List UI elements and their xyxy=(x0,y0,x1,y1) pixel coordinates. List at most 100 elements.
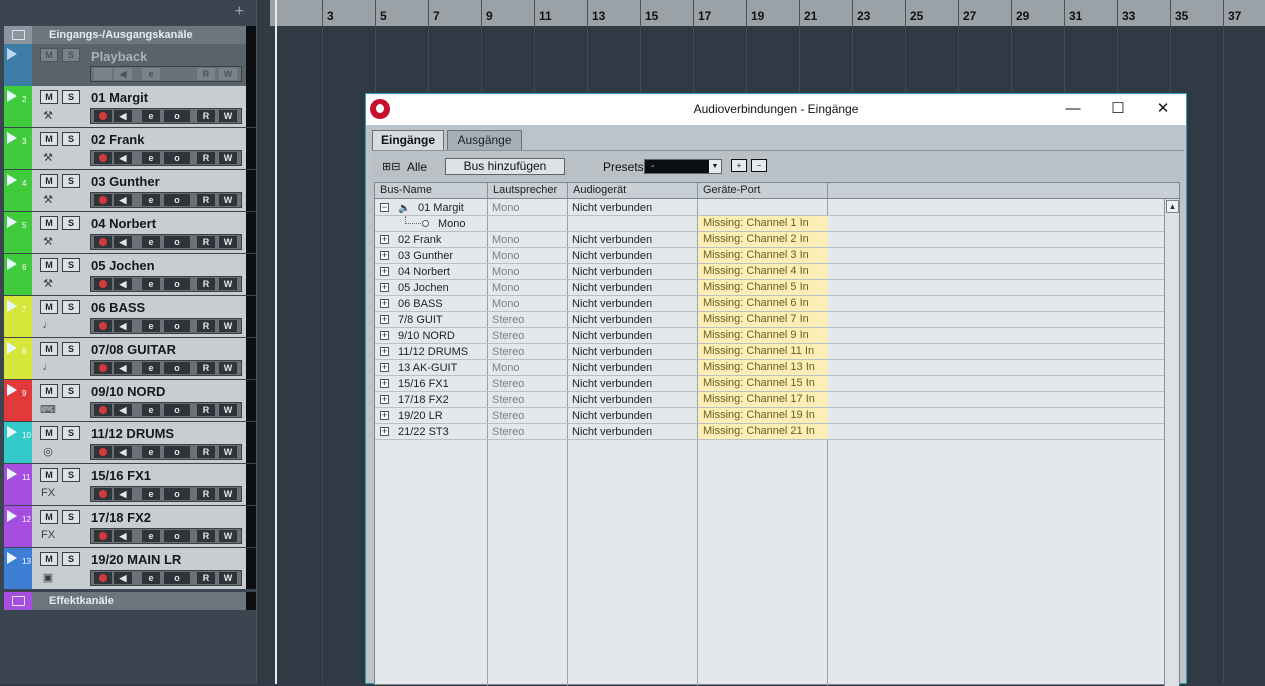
edit-button[interactable]: e xyxy=(142,236,160,248)
table-row[interactable]: +9/10 NORD Stereo Nicht verbunden Missing: … xyxy=(375,328,1164,344)
audio-device[interactable]: Nicht verbunden xyxy=(572,409,652,423)
table-row[interactable]: +19/20 LR Stereo Nicht verbunden Missing: C… xyxy=(375,408,1164,424)
speaker-config[interactable]: Stereo xyxy=(492,377,524,391)
write-button[interactable]: W xyxy=(219,362,237,374)
speaker-config[interactable]: Mono xyxy=(492,249,520,263)
device-port[interactable]: Missing: Channel 5 In xyxy=(698,280,828,295)
expand-icon[interactable]: + xyxy=(380,283,389,292)
monitor-button[interactable]: ◀ xyxy=(114,236,132,248)
solo-button[interactable]: S xyxy=(62,426,80,440)
audio-device[interactable]: Nicht verbunden xyxy=(572,233,652,247)
monitor-button[interactable]: ◀ xyxy=(114,110,132,122)
mute-button[interactable]: M xyxy=(40,300,58,314)
speaker-config[interactable]: Mono xyxy=(492,297,520,311)
record-button[interactable] xyxy=(94,68,112,80)
write-button[interactable]: W xyxy=(219,404,237,416)
edit-button[interactable]: e xyxy=(142,488,160,500)
audio-device[interactable]: Nicht verbunden xyxy=(572,313,652,327)
track-color[interactable]: 10 xyxy=(4,422,32,463)
track-playback[interactable]: M S Playback ◀ e R W xyxy=(4,44,256,86)
mute-button[interactable]: M xyxy=(40,342,58,356)
solo-button[interactable]: S xyxy=(62,90,80,104)
write-button[interactable]: W xyxy=(219,446,237,458)
monitor-button[interactable]: ◀ xyxy=(114,152,132,164)
mute-button[interactable]: M xyxy=(40,468,58,482)
track-color[interactable]: 3 xyxy=(4,128,32,169)
channel-config-button[interactable]: o xyxy=(164,488,190,500)
record-button[interactable] xyxy=(94,404,112,416)
read-button[interactable]: R xyxy=(197,278,215,290)
audio-device[interactable]: Nicht verbunden xyxy=(572,425,652,439)
record-button[interactable] xyxy=(94,278,112,290)
mute-button[interactable]: M xyxy=(40,384,58,398)
track-row[interactable]: 2 M S 01 Margit ⚒ ◀ e o R W xyxy=(4,86,256,128)
chevron-down-icon[interactable]: ▼ xyxy=(709,160,721,173)
speaker-config[interactable]: Stereo xyxy=(492,345,524,359)
table-row[interactable]: +7/8 GUIT Stereo Nicht verbunden Missing: C… xyxy=(375,312,1164,328)
record-button[interactable] xyxy=(94,530,112,542)
write-button[interactable]: W xyxy=(219,110,237,122)
solo-button[interactable]: S xyxy=(62,384,80,398)
track-row[interactable]: 3 M S 02 Frank ⚒ ◀ e o R W xyxy=(4,128,256,170)
mute-button[interactable]: M xyxy=(40,174,58,188)
table-row[interactable]: +15/16 FX1 Stereo Nicht verbunden Missing: … xyxy=(375,376,1164,392)
read-button[interactable]: R xyxy=(197,110,215,122)
read-button[interactable]: R xyxy=(197,446,215,458)
mute-button[interactable]: M xyxy=(40,258,58,272)
edit-button[interactable]: e xyxy=(142,152,160,164)
audio-device[interactable]: Nicht verbunden xyxy=(572,393,652,407)
solo-button[interactable]: S xyxy=(62,552,80,566)
dialog-titlebar[interactable]: Audioverbindungen - Eingänge — ☐ ✕ xyxy=(366,94,1186,125)
read-button[interactable]: R xyxy=(197,488,215,500)
table-row[interactable]: +21/22 ST3 Stereo Nicht verbunden Missing: … xyxy=(375,424,1164,440)
table-row[interactable]: +02 Frank Mono Nicht verbunden Missing: Cha… xyxy=(375,232,1164,248)
delete-preset-icon[interactable]: − xyxy=(751,159,767,172)
track-row[interactable]: 7 M S 06 BASS ♩ ◀ e o R W xyxy=(4,296,256,338)
channel-config-button[interactable]: o xyxy=(164,530,190,542)
column-header-speaker[interactable]: Lautsprecher xyxy=(488,183,568,199)
device-port[interactable]: Missing: Channel 11 In xyxy=(698,344,828,359)
expand-icon[interactable]: + xyxy=(380,331,389,340)
device-port[interactable]: Missing: Channel 7 In xyxy=(698,312,828,327)
speaker-config[interactable]: Stereo xyxy=(492,393,524,407)
speaker-config[interactable]: Mono xyxy=(492,265,520,279)
expand-icon[interactable]: − xyxy=(380,203,389,212)
solo-button[interactable]: S xyxy=(62,216,80,230)
read-button[interactable]: R xyxy=(197,530,215,542)
monitor-button[interactable]: ◀ xyxy=(114,446,132,458)
expand-icon[interactable]: + xyxy=(380,235,389,244)
solo-button[interactable]: S xyxy=(62,174,80,188)
expand-icon[interactable]: + xyxy=(380,411,389,420)
solo-button[interactable]: S xyxy=(62,48,80,62)
table-row[interactable]: +05 Jochen Mono Nicht verbunden Missing: Ch… xyxy=(375,280,1164,296)
speaker-config[interactable]: Mono xyxy=(492,281,520,295)
track-row[interactable]: 5 M S 04 Norbert ⚒ ◀ e o R W xyxy=(4,212,256,254)
write-button[interactable]: W xyxy=(219,488,237,500)
monitor-button[interactable]: ◀ xyxy=(114,362,132,374)
speaker-config[interactable]: Stereo xyxy=(492,425,524,439)
vertical-scrollbar[interactable]: ▲ xyxy=(1164,199,1179,686)
speaker-config[interactable]: Mono xyxy=(492,201,520,215)
speaker-config[interactable]: Stereo xyxy=(492,409,524,423)
column-header-device-port[interactable]: Geräte-Port xyxy=(698,183,828,199)
read-button[interactable]: R xyxy=(197,572,215,584)
track-color[interactable]: 9 xyxy=(4,380,32,421)
channel-config-button[interactable]: o xyxy=(164,110,190,122)
mute-button[interactable]: M xyxy=(40,48,58,62)
device-port[interactable]: Missing: Channel 15 In xyxy=(698,376,828,391)
device-port[interactable]: Missing: Channel 3 In xyxy=(698,248,828,263)
table-row[interactable]: +11/12 DRUMS Stereo Nicht verbunden Missing… xyxy=(375,344,1164,360)
tab-inputs[interactable]: Eingänge xyxy=(372,130,444,150)
audio-device[interactable]: Nicht verbunden xyxy=(572,345,652,359)
minimize-button[interactable]: — xyxy=(1057,98,1089,120)
solo-button[interactable]: S xyxy=(62,342,80,356)
audio-device[interactable]: Nicht verbunden xyxy=(572,281,652,295)
track-color[interactable]: 13 xyxy=(4,548,32,589)
table-row[interactable]: +03 Gunther Mono Nicht verbunden Missing: C… xyxy=(375,248,1164,264)
track-color[interactable]: 8 xyxy=(4,338,32,379)
monitor-button[interactable]: ◀ xyxy=(114,278,132,290)
read-button[interactable]: R xyxy=(197,320,215,332)
monitor-button[interactable]: ◀ xyxy=(114,572,132,584)
write-button[interactable]: W xyxy=(219,68,237,80)
tab-outputs[interactable]: Ausgänge xyxy=(447,130,522,150)
